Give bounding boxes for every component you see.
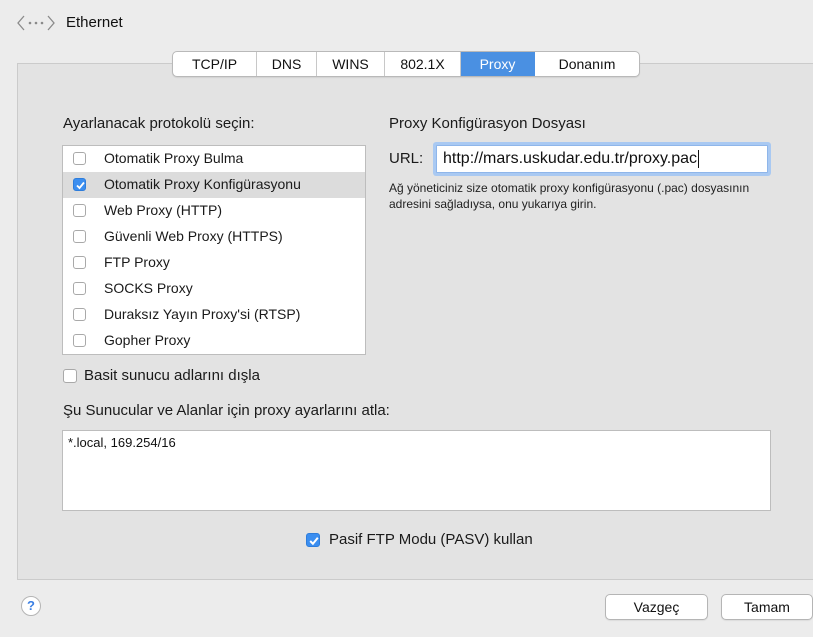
checkbox[interactable] bbox=[73, 256, 86, 269]
protocol-item-rtsp-proxy[interactable]: Duraksız Yayın Proxy'si (RTSP) bbox=[63, 302, 365, 328]
bypass-label: Şu Sunucular ve Alanlar için proxy ayarl… bbox=[63, 402, 390, 419]
protocol-list-heading: Ayarlanacak protokolü seçin: bbox=[63, 115, 255, 132]
checkbox[interactable] bbox=[73, 230, 86, 243]
checkbox[interactable] bbox=[73, 204, 86, 217]
bypass-hosts-textarea[interactable]: *.local, 169.254/16 bbox=[62, 430, 771, 511]
protocol-item-socks-proxy[interactable]: SOCKS Proxy bbox=[63, 276, 365, 302]
exclude-simple-checkbox[interactable] bbox=[63, 369, 77, 383]
protocol-label: Güvenli Web Proxy (HTTPS) bbox=[104, 228, 283, 244]
protocol-label: Duraksız Yayın Proxy'si (RTSP) bbox=[104, 306, 301, 322]
checkbox[interactable] bbox=[73, 308, 86, 321]
exclude-simple-label: Basit sunucu adlarını dışla bbox=[84, 367, 260, 384]
url-label: URL: bbox=[389, 150, 424, 167]
tab-donanim[interactable]: Donanım bbox=[535, 52, 639, 76]
ok-button[interactable]: Tamam bbox=[721, 594, 813, 620]
window-title: Ethernet bbox=[66, 14, 123, 31]
protocol-label: Otomatik Proxy Konfigürasyonu bbox=[104, 176, 301, 192]
text-caret bbox=[698, 149, 700, 168]
protocol-item-auto-config[interactable]: Otomatik Proxy Konfigürasyonu bbox=[63, 172, 365, 198]
tab-8021x[interactable]: 802.1X bbox=[385, 52, 461, 76]
network-back-icon[interactable] bbox=[16, 13, 56, 33]
tab-bar: TCP/IP DNS WINS 802.1X Proxy Donanım bbox=[172, 51, 640, 77]
tab-proxy[interactable]: Proxy bbox=[461, 52, 535, 76]
checkbox[interactable] bbox=[73, 334, 86, 347]
checkbox[interactable] bbox=[73, 282, 86, 295]
protocol-label: SOCKS Proxy bbox=[104, 280, 193, 296]
pasv-checkbox[interactable] bbox=[306, 533, 320, 547]
protocol-list: Otomatik Proxy Bulma Otomatik Proxy Konf… bbox=[62, 145, 366, 355]
protocol-label: Otomatik Proxy Bulma bbox=[104, 150, 244, 166]
pac-heading: Proxy Konfigürasyon Dosyası bbox=[389, 115, 586, 132]
protocol-label: Web Proxy (HTTP) bbox=[104, 202, 222, 218]
pac-url-input[interactable]: http://mars.uskudar.edu.tr/proxy.pac bbox=[436, 145, 768, 173]
window-header: Ethernet bbox=[0, 0, 813, 42]
protocol-item-secure-web-proxy[interactable]: Güvenli Web Proxy (HTTPS) bbox=[63, 224, 365, 250]
tab-wins[interactable]: WINS bbox=[317, 52, 385, 76]
pasv-label: Pasif FTP Modu (PASV) kullan bbox=[329, 531, 533, 548]
cancel-button[interactable]: Vazgeç bbox=[605, 594, 708, 620]
protocol-item-web-proxy[interactable]: Web Proxy (HTTP) bbox=[63, 198, 365, 224]
checkmark-icon bbox=[76, 181, 85, 190]
pac-url-value: http://mars.uskudar.edu.tr/proxy.pac bbox=[443, 150, 698, 167]
help-icon[interactable]: ? bbox=[21, 596, 41, 616]
pac-help-text: Ağ yöneticiniz size otomatik proxy konfi… bbox=[389, 181, 750, 211]
protocol-item-auto-discovery[interactable]: Otomatik Proxy Bulma bbox=[63, 146, 365, 172]
protocol-label: Gopher Proxy bbox=[104, 332, 191, 348]
checkbox[interactable] bbox=[73, 152, 86, 165]
checkmark-icon bbox=[309, 537, 319, 546]
protocol-label: FTP Proxy bbox=[104, 254, 170, 270]
protocol-item-ftp-proxy[interactable]: FTP Proxy bbox=[63, 250, 365, 276]
checkbox-checked[interactable] bbox=[73, 178, 86, 191]
protocol-item-gopher-proxy[interactable]: Gopher Proxy bbox=[63, 328, 365, 354]
tab-dns[interactable]: DNS bbox=[257, 52, 317, 76]
tab-tcpip[interactable]: TCP/IP bbox=[173, 52, 257, 76]
